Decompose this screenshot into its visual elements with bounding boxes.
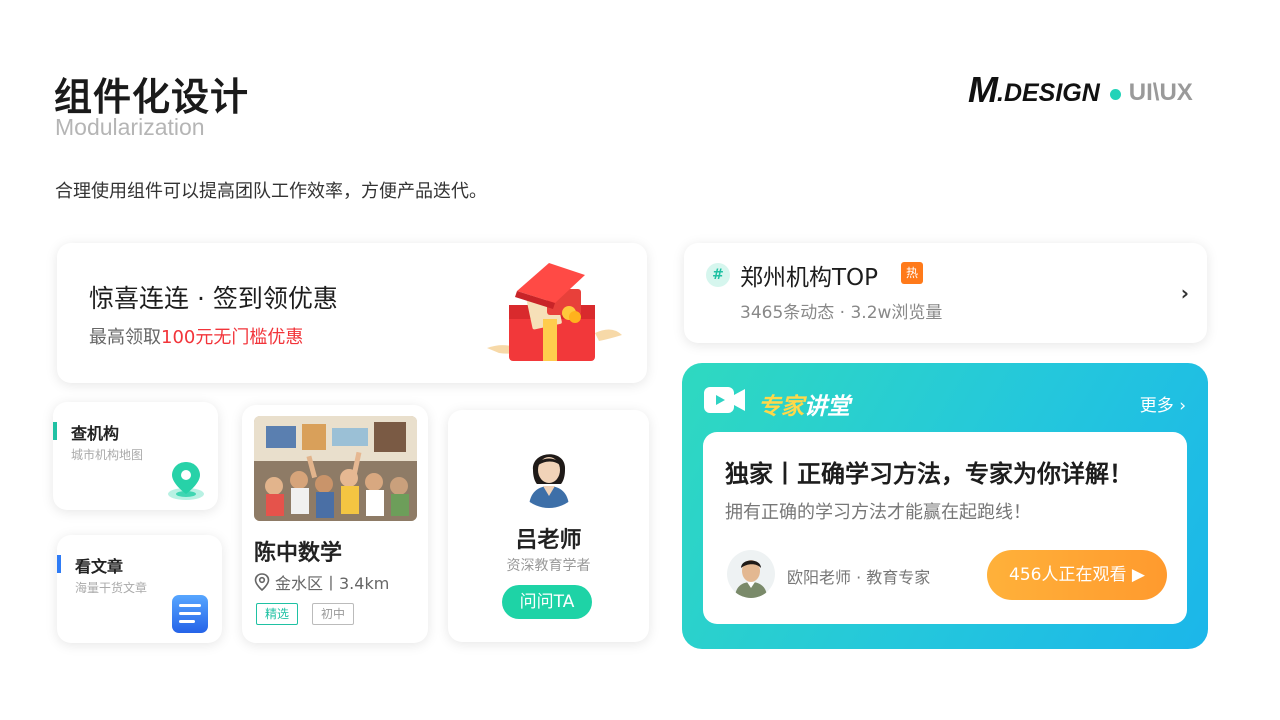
expert-lecture-panel: 专家讲堂 更多 › 独家丨正确学习方法，专家为你详解！ 拥有正确的学习方法才能赢…	[682, 363, 1208, 649]
topic-card[interactable]: # 郑州机构TOP 热 3465条动态 · 3.2w浏览量 ›	[684, 243, 1207, 343]
checkin-banner[interactable]: 惊喜连连 · 签到领优惠 最高领取100元无门槛优惠	[57, 243, 647, 383]
brand-dot	[1109, 88, 1121, 100]
lecturer-avatar	[727, 550, 775, 598]
expert-title-white: 讲堂	[804, 394, 850, 420]
tag-grade: 初中	[312, 603, 355, 625]
hashtag-icon: #	[706, 263, 730, 287]
lecturer-name: 欧阳老师 · 教育专家	[787, 568, 931, 587]
checkin-sub-highlight: 100元无门槛优惠	[161, 327, 304, 348]
institution-name: 陈中数学	[254, 541, 343, 566]
page-title: 组件化设计	[54, 75, 250, 119]
brand-uiux: UI\UX	[1128, 79, 1193, 106]
article-list-icon	[172, 595, 208, 633]
map-pin-icon	[168, 462, 204, 500]
institution-location: 金水区丨3.4km	[254, 570, 389, 594]
teacher-role: 资深教育学者	[506, 558, 591, 574]
gift-box-icon	[487, 263, 622, 361]
lecture-subtitle: 拥有正确的学习方法才能赢在起跑线！	[725, 502, 1031, 523]
tile-find-institution[interactable]: 查机构 城市机构地图	[53, 402, 218, 510]
tile-read-articles[interactable]: 看文章 海量干货文章	[57, 535, 222, 643]
tag-featured: 精选	[256, 603, 299, 625]
watch-live-button[interactable]: 456人正在观看 ▶	[987, 550, 1167, 600]
brand-m: M	[968, 69, 998, 110]
teacher-card[interactable]: 吕老师 资深教育学者 问问TA	[448, 410, 649, 642]
checkin-subtitle: 最高领取100元无门槛优惠	[89, 323, 303, 349]
institution-location-text: 金水区丨3.4km	[275, 574, 390, 593]
tile-subtitle: 城市机构地图	[71, 448, 144, 462]
page-subtitle: Modularization	[55, 114, 205, 140]
tile-subtitle: 海量干货文章	[75, 581, 148, 595]
page-description: 合理使用组件可以提高团队工作效率，方便产品迭代。	[55, 181, 487, 202]
lecture-headline: 独家丨正确学习方法，专家为你详解！	[725, 460, 1133, 488]
tile-title: 查机构	[71, 424, 120, 443]
topic-stats: 3465条动态 · 3.2w浏览量	[740, 303, 943, 323]
checkin-title: 惊喜连连 · 签到领优惠	[89, 284, 338, 313]
video-camera-icon	[704, 387, 745, 413]
expert-section-title: 专家讲堂	[758, 387, 850, 421]
chevron-right-icon[interactable]: ›	[1181, 281, 1189, 305]
teacher-avatar	[515, 440, 583, 508]
more-link[interactable]: 更多 ›	[1140, 391, 1186, 416]
expert-title-yellow: 专家	[758, 394, 804, 420]
tile-title: 看文章	[75, 557, 124, 576]
brand-logo: M .DESIGN UI\UX	[968, 69, 1193, 110]
hot-badge: 热	[901, 262, 923, 284]
checkin-sub-prefix: 最高领取	[89, 327, 161, 348]
location-pin-icon	[254, 573, 270, 591]
brand-design: .DESIGN	[997, 78, 1100, 107]
ask-teacher-button[interactable]: 问问TA	[502, 585, 592, 619]
tile-accent-bar	[53, 422, 57, 440]
classroom-photo	[254, 416, 417, 521]
lecture-card[interactable]: 独家丨正确学习方法，专家为你详解！ 拥有正确的学习方法才能赢在起跑线！ 欧阳老师…	[703, 432, 1187, 624]
teacher-name: 吕老师	[515, 528, 582, 553]
institution-card[interactable]: 陈中数学 金水区丨3.4km 精选 初中	[242, 405, 428, 643]
topic-title: 郑州机构TOP	[740, 265, 879, 291]
tile-accent-bar	[57, 555, 61, 573]
